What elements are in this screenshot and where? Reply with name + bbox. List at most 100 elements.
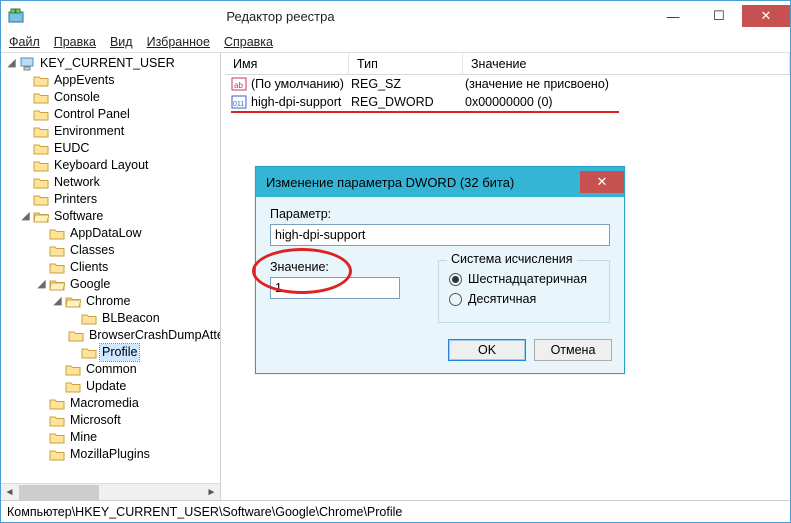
folder-icon [49,448,65,462]
svg-text:011: 011 [233,101,244,108]
tree-label: Google [68,276,112,293]
tree-item[interactable]: Mine [3,429,220,446]
tree-item[interactable]: Network [3,174,220,191]
tree-hscrollbar[interactable]: ◄ ► [1,483,220,500]
dialog-close-button[interactable]: ✕ [580,171,624,193]
col-name[interactable]: Имя [225,53,349,74]
tree-item[interactable]: BrowserCrashDumpAttempts [3,327,220,344]
value-type: REG_SZ [351,77,465,91]
cancel-button[interactable]: Отмена [534,339,612,361]
tree-label: Macromedia [68,395,141,412]
scroll-thumb[interactable] [19,485,99,500]
tree-item[interactable]: ◢ Chrome [3,293,220,310]
dialog-title: Изменение параметра DWORD (32 бита) [266,175,514,190]
radio-dec-label: Десятичная [468,292,536,306]
tree-label: Console [52,89,102,106]
folder-icon [33,108,49,122]
folder-icon [65,295,81,309]
tree-item[interactable]: ◢ Software [3,208,220,225]
tree-item[interactable]: Printers [3,191,220,208]
tree-toggle-icon[interactable]: ◢ [51,293,64,310]
main-window: Редактор реестра — ☐ ✕ Файл Правка Вид И… [0,0,791,523]
tree-label: Printers [52,191,99,208]
tree-item[interactable]: Control Panel [3,106,220,123]
dword-value-icon: 011 [231,94,247,110]
tree-pane[interactable]: ◢ KEY_CURRENT_USER AppEvents Console Con… [1,53,221,500]
value-input[interactable] [270,277,400,299]
tree-toggle-icon[interactable]: ◢ [19,208,32,225]
titlebar[interactable]: Редактор реестра — ☐ ✕ [1,1,790,31]
folder-icon [68,329,84,343]
edit-dword-dialog[interactable]: Изменение параметра DWORD (32 бита) ✕ Па… [255,166,625,374]
dialog-titlebar[interactable]: Изменение параметра DWORD (32 бита) ✕ [256,167,624,197]
tree-item[interactable]: Environment [3,123,220,140]
radio-dec[interactable]: Десятичная [449,292,599,306]
folder-icon [33,210,49,224]
menu-favorites[interactable]: Избранное [147,35,210,49]
folder-icon [49,414,65,428]
tree-item[interactable]: MozillaPlugins [3,446,220,463]
content-area: ◢ KEY_CURRENT_USER AppEvents Console Con… [1,53,790,500]
tree-toggle-icon[interactable]: ◢ [35,276,48,293]
folder-icon [33,176,49,190]
col-value[interactable]: Значение [463,53,790,74]
param-input[interactable] [270,224,610,246]
menu-help[interactable]: Справка [224,35,273,49]
close-button[interactable]: ✕ [742,5,790,27]
menubar: Файл Правка Вид Избранное Справка [1,31,790,53]
col-type[interactable]: Тип [349,53,463,74]
tree-item[interactable]: AppDataLow [3,225,220,242]
statusbar: Компьютер\HKEY_CURRENT_USER\Software\Goo… [1,500,790,522]
tree-label: Network [52,174,102,191]
tree-label: Chrome [84,293,132,310]
menu-view[interactable]: Вид [110,35,133,49]
maximize-button[interactable]: ☐ [696,5,742,27]
tree-item[interactable]: AppEvents [3,72,220,89]
tree-item[interactable]: ◢ KEY_CURRENT_USER [3,55,220,72]
tree-item[interactable]: EUDC [3,140,220,157]
minimize-button[interactable]: — [650,5,696,27]
tree-item[interactable]: Keyboard Layout [3,157,220,174]
window-controls: — ☐ ✕ [650,5,790,27]
tree-label: Clients [68,259,110,276]
ok-button[interactable]: OK [448,339,526,361]
tree-item[interactable]: Microsoft [3,412,220,429]
tree-item[interactable]: Common [3,361,220,378]
tree-label: BLBeacon [100,310,162,327]
folder-icon [65,380,81,394]
menu-file[interactable]: Файл [9,35,40,49]
folder-icon [49,278,65,292]
value-row[interactable]: 011 high-dpi-support REG_DWORD 0x0000000… [225,93,790,111]
tree-item[interactable]: Clients [3,259,220,276]
tree-item[interactable]: Profile [3,344,220,361]
value-type: REG_DWORD [351,95,465,109]
value-row[interactable]: ab (По умолчанию) REG_SZ (значение не пр… [225,75,790,93]
tree-label: Environment [52,123,126,140]
value-name: (По умолчанию) [251,77,351,91]
tree-item[interactable]: Classes [3,242,220,259]
tree-label: Mine [68,429,99,446]
folder-icon [49,397,65,411]
tree-label: Control Panel [52,106,132,123]
folder-icon [49,431,65,445]
tree-label: KEY_CURRENT_USER [38,55,177,72]
computer-icon [19,57,35,71]
tree-label: AppEvents [52,72,116,89]
tree-item[interactable]: Update [3,378,220,395]
scroll-left-icon[interactable]: ◄ [1,484,18,501]
tree-label: BrowserCrashDumpAttempts [87,327,221,344]
tree-toggle-icon[interactable]: ◢ [5,55,18,72]
folder-icon [81,346,97,360]
tree-item[interactable]: Console [3,89,220,106]
tree-item[interactable]: BLBeacon [3,310,220,327]
scroll-right-icon[interactable]: ► [203,484,220,501]
value-label: Значение: [270,260,420,274]
tree-item[interactable]: ◢ Google [3,276,220,293]
value-pane[interactable]: Имя Тип Значение ab (По умолчанию) REG_S… [225,53,790,500]
tree-item[interactable]: Macromedia [3,395,220,412]
window-title: Редактор реестра [31,9,650,24]
column-headers[interactable]: Имя Тип Значение [225,53,790,75]
radio-hex[interactable]: Шестнадцатеричная [449,272,599,286]
menu-edit[interactable]: Правка [54,35,96,49]
string-value-icon: ab [231,76,247,92]
